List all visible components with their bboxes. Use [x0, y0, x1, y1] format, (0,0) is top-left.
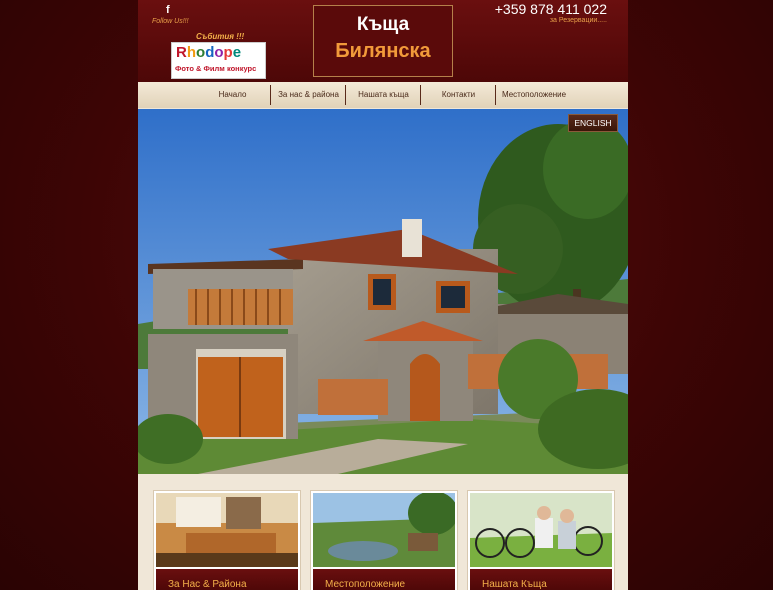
card-about-area[interactable]: За Нас & Района	[153, 490, 301, 590]
card-our-house[interactable]: Нашата Къща	[467, 490, 615, 590]
main-nav: Начало За нас & района Нашата къща Конта…	[138, 82, 628, 108]
events-link[interactable]: Събития !!!	[196, 32, 244, 41]
card-photo-couple	[470, 493, 612, 567]
phone-number: +359 878 411 022	[494, 1, 607, 17]
header: f Follow Us!!! Събития !!! Rhodope Фото …	[138, 0, 628, 82]
reservation-text: за Резервации.....	[549, 17, 607, 24]
facebook-icon[interactable]: f	[166, 4, 170, 16]
card-label-location[interactable]: Местоположение	[325, 579, 405, 590]
card-location[interactable]: Местоположение	[310, 490, 458, 590]
nav-item-location[interactable]: Местоположение	[495, 85, 572, 105]
nav-item-our-house[interactable]: Нашата къща	[345, 85, 421, 105]
rhodope-subtitle: Фото & Филм конкурс	[175, 64, 257, 73]
page: f Follow Us!!! Събития !!! Rhodope Фото …	[138, 0, 628, 590]
follow-us-text[interactable]: Follow Us!!!	[152, 18, 189, 25]
house-photo	[138, 109, 628, 474]
hero-photo	[138, 109, 628, 474]
nav-item-contacts[interactable]: Контакти	[420, 85, 496, 105]
nav-item-about[interactable]: За нас & района	[270, 85, 346, 105]
site-title-line1: Къща	[356, 14, 410, 35]
card-label-bar: За Нас & Района	[156, 569, 298, 590]
english-language-button[interactable]: ENGLISH	[568, 114, 618, 132]
rhodope-contest-banner[interactable]: Rhodope Фото & Филм конкурс	[171, 42, 266, 79]
card-photo-landscape	[313, 493, 455, 567]
card-label-bar: Местоположение	[313, 569, 455, 590]
rhodope-logo: Rhodope	[176, 44, 242, 61]
site-title-line2: Билянска	[335, 40, 431, 62]
feature-cards: За Нас & Района Местоположение Нашата Къ…	[138, 474, 628, 590]
card-label-our-house[interactable]: Нашата Къща	[482, 579, 547, 590]
card-label-bar: Нашата Къща	[470, 569, 612, 590]
nav-item-home[interactable]: Начало	[195, 85, 270, 105]
card-label-about[interactable]: За Нас & Района	[168, 579, 247, 590]
card-photo-interior	[156, 493, 298, 567]
site-title-box[interactable]: Къща Билянска	[313, 5, 453, 77]
